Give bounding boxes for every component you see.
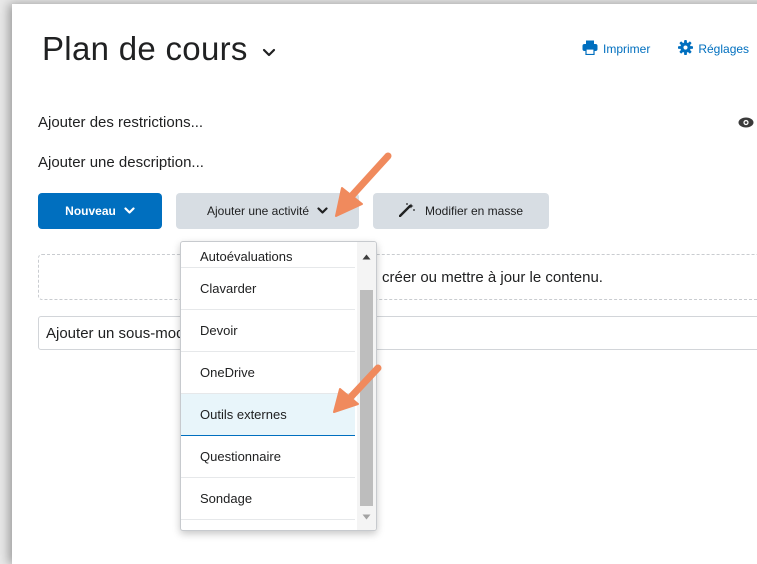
bulk-edit-label: Modifier en masse (424, 204, 524, 218)
chevron-down-icon (309, 204, 328, 218)
add-description-link[interactable]: Ajouter une description... (38, 154, 204, 171)
gear-icon (678, 40, 698, 58)
menu-item-label: Autoévaluations (200, 249, 293, 264)
content-dropzone[interactable]: créer ou mettre à jour le contenu. (38, 254, 757, 300)
menu-item-chat[interactable]: Clavarder (181, 268, 355, 310)
menu-item-label: Sondage (200, 491, 253, 506)
chevron-down-icon (116, 204, 135, 218)
title-row: Plan de cours (42, 30, 276, 68)
menu-item-assignment[interactable]: Devoir (181, 310, 355, 352)
menu-item-external-tools[interactable]: Outils externes (181, 394, 355, 436)
settings-button[interactable]: Réglages (678, 40, 749, 58)
menu-item-survey[interactable]: Sondage (181, 478, 355, 520)
new-button[interactable]: Nouveau (38, 193, 162, 229)
add-submodule-field[interactable] (38, 316, 757, 350)
menu-item-label: Devoir (200, 323, 238, 338)
add-activity-menu[interactable]: Autoévaluations Clavarder Devoir OneDriv… (180, 241, 377, 531)
scroll-down-arrow-icon[interactable] (357, 508, 376, 526)
print-label: Imprimer (603, 42, 651, 56)
top-actions: Imprimer Réglages (582, 40, 757, 58)
menu-item-quiz[interactable]: Questionnaire (181, 436, 355, 478)
menu-item-label: Questionnaire (200, 449, 281, 464)
menu-item-label: Outils externes (200, 407, 287, 422)
bulk-edit-button[interactable]: Modifier en masse (373, 193, 549, 229)
course-content-page: Plan de cours Imprimer Réglages Ajouter … (12, 4, 757, 564)
title-chevron-down-icon[interactable] (262, 48, 276, 58)
dropzone-text: créer ou mettre à jour le contenu. (382, 269, 603, 286)
menu-item-label: OneDrive (200, 365, 255, 380)
menu-item-onedrive[interactable]: OneDrive (181, 352, 355, 394)
menu-scrollbar[interactable] (357, 242, 376, 530)
new-button-label: Nouveau (65, 204, 116, 218)
scroll-up-arrow-icon[interactable] (357, 248, 376, 266)
printer-icon (582, 40, 603, 58)
add-restrictions-link[interactable]: Ajouter des restrictions... (38, 114, 203, 131)
menu-item-label: Clavarder (200, 281, 257, 296)
add-activity-button[interactable]: Ajouter une activité (176, 193, 359, 229)
print-button[interactable]: Imprimer (582, 40, 650, 58)
page-title: Plan de cours (42, 30, 248, 67)
add-submodule-input[interactable] (39, 317, 757, 349)
toolbar: Nouveau Ajouter une activité Modifier en… (38, 193, 563, 229)
magic-wand-icon (398, 202, 425, 220)
settings-label: Réglages (698, 42, 750, 56)
menu-item-self-assessments[interactable]: Autoévaluations (181, 242, 355, 268)
scroll-thumb[interactable] (360, 290, 373, 506)
add-activity-label: Ajouter une activité (206, 204, 310, 218)
eye-icon[interactable] (738, 115, 754, 133)
add-activity-menu-list: Autoévaluations Clavarder Devoir OneDriv… (181, 242, 355, 520)
